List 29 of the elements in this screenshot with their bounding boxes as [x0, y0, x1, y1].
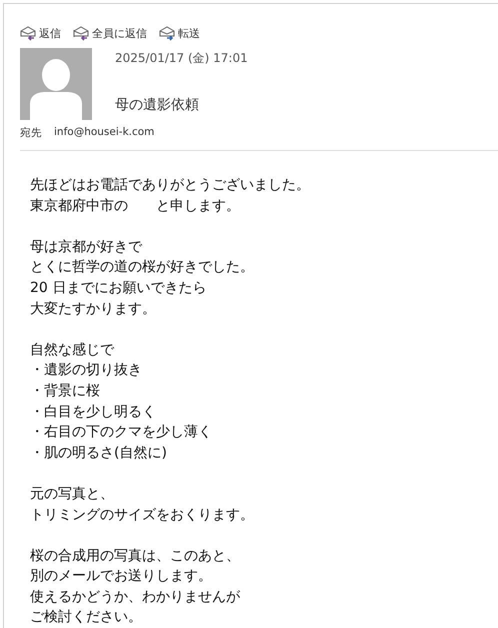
body-line: 20 日までにお願いできたら	[30, 278, 208, 298]
body-line: ・背景に桜	[30, 382, 101, 401]
avatar	[20, 48, 92, 120]
forward-button[interactable]: 転送	[159, 25, 200, 41]
body-line: ・遺影の切り抜き	[30, 361, 143, 380]
body-line: 桜の合成用の写真は、このあと、	[30, 546, 241, 566]
body-line: 元の写真と、	[30, 484, 115, 504]
envelope-icon	[20, 25, 36, 41]
body-line: ご検討ください。	[30, 608, 143, 628]
body-line: 東京都府中市の と申します。	[30, 196, 241, 216]
recipient-address: info@housei-k.com	[54, 126, 154, 140]
body-line: ・肌の明るさ(自然に)	[30, 444, 168, 463]
body-line: ・右目の下のクマを少し薄く	[30, 423, 213, 442]
envelope-icon	[73, 25, 89, 41]
body-line: 大変たすかります。	[30, 300, 157, 319]
reply-button[interactable]: 返信	[20, 25, 61, 41]
body-line: トリミングのサイズをおくります。	[30, 506, 255, 524]
body-line: 先ほどはお電話でありがとうございました。	[30, 176, 311, 195]
body-line: 母は京都が好きで	[30, 238, 144, 257]
body-line: とくに哲学の道の桜が好きでした。	[30, 258, 255, 278]
body-line: 自然な感じで	[30, 340, 116, 360]
body-line: 別のメールでお送りします。	[30, 567, 213, 586]
to-label: 宛先	[20, 126, 42, 140]
sent-date: 2025/01/17 (金) 17:01	[115, 50, 248, 67]
email-subject: 母の遺影依頼	[115, 96, 200, 114]
envelope-icon	[159, 25, 175, 41]
body-line: 使えるかどうか、わかりませんが	[30, 588, 241, 607]
body-line: ・白目を少し明るく	[30, 402, 157, 422]
reply-all-button[interactable]: 全員に返信	[73, 25, 147, 41]
